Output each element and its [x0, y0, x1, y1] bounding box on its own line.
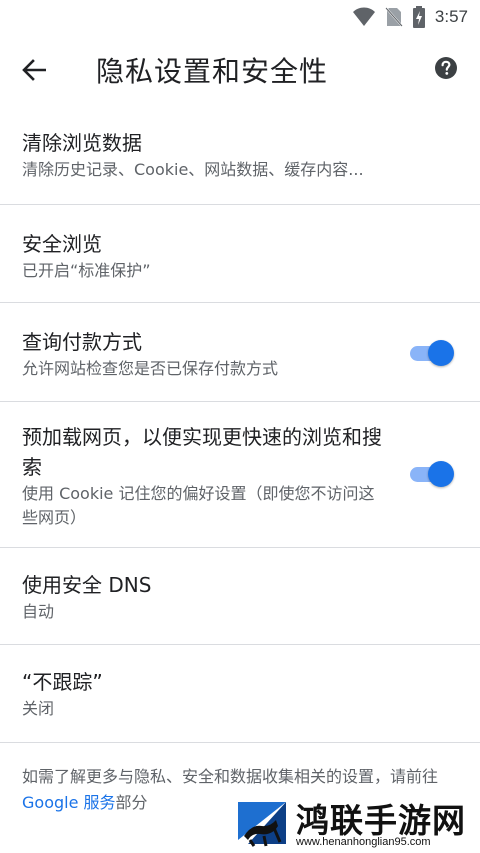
page-title: 隐私设置和安全性 [96, 55, 329, 88]
safe-browsing-item[interactable]: 安全浏览 已开启“标准保护” [0, 205, 480, 303]
settings-list: 清除浏览数据 清除历史记录、Cookie、网站数据、缓存内容... 安全浏览 已… [0, 106, 480, 743]
watermark: 鸿联手游网 www.henanhonglian95.com [232, 794, 480, 853]
watermark-title: 鸿联手游网 [296, 801, 466, 840]
toggle-thumb [428, 340, 454, 366]
wifi-icon [352, 7, 375, 26]
preload-pages-item[interactable]: 预加载网页，以便实现更快速的浏览和搜索 使用 Cookie 记住您的偏好设置（即… [0, 402, 480, 548]
status-bar: 3:57 [0, 0, 480, 34]
setting-summary: 自动 [22, 602, 55, 621]
setting-title: 安全浏览 [22, 232, 102, 256]
do-not-track-item[interactable]: “不跟踪” 关闭 [0, 645, 480, 743]
setting-title: 预加载网页，以便实现更快速的浏览和搜索 [22, 425, 382, 479]
status-time: 3:57 [434, 7, 468, 26]
setting-summary: 关闭 [22, 699, 55, 718]
payment-methods-toggle[interactable] [410, 339, 454, 367]
setting-summary: 清除历史记录、Cookie、网站数据、缓存内容... [22, 160, 364, 179]
arrow-back-icon [22, 59, 46, 81]
setting-summary: 允许网站检查您是否已保存付款方式 [22, 359, 279, 378]
setting-summary: 使用 Cookie 记住您的偏好设置（即使您不访问这些网页） [22, 484, 375, 527]
footer-text: 如需了解更多与隐私、安全和数据收集相关的设置，请前往 [22, 767, 439, 786]
battery-charging-icon [412, 6, 425, 28]
footer-text-end: 部分 [115, 793, 148, 812]
toggle-thumb [428, 461, 454, 487]
setting-title: “不跟踪” [22, 670, 103, 694]
clear-browsing-data-item[interactable]: 清除浏览数据 清除历史记录、Cookie、网站数据、缓存内容... [0, 106, 480, 205]
payment-methods-item[interactable]: 查询付款方式 允许网站检查您是否已保存付款方式 [0, 303, 480, 402]
watermark-logo-icon [234, 796, 290, 850]
status-icons: 3:57 [352, 6, 468, 28]
google-services-link[interactable]: Google 服务 [22, 793, 116, 812]
setting-title: 清除浏览数据 [22, 131, 142, 155]
app-bar: 隐私设置和安全性 [0, 34, 480, 106]
setting-summary: 已开启“标准保护” [22, 261, 151, 280]
watermark-url: www.henanhonglian95.com [296, 836, 431, 848]
setting-title: 查询付款方式 [22, 330, 142, 354]
preload-pages-toggle[interactable] [410, 460, 454, 488]
no-sim-icon [385, 7, 403, 27]
help-icon [435, 57, 457, 79]
setting-title: 使用安全 DNS [22, 573, 152, 597]
back-button[interactable] [14, 52, 54, 88]
help-button[interactable] [434, 56, 460, 82]
secure-dns-item[interactable]: 使用安全 DNS 自动 [0, 548, 480, 645]
